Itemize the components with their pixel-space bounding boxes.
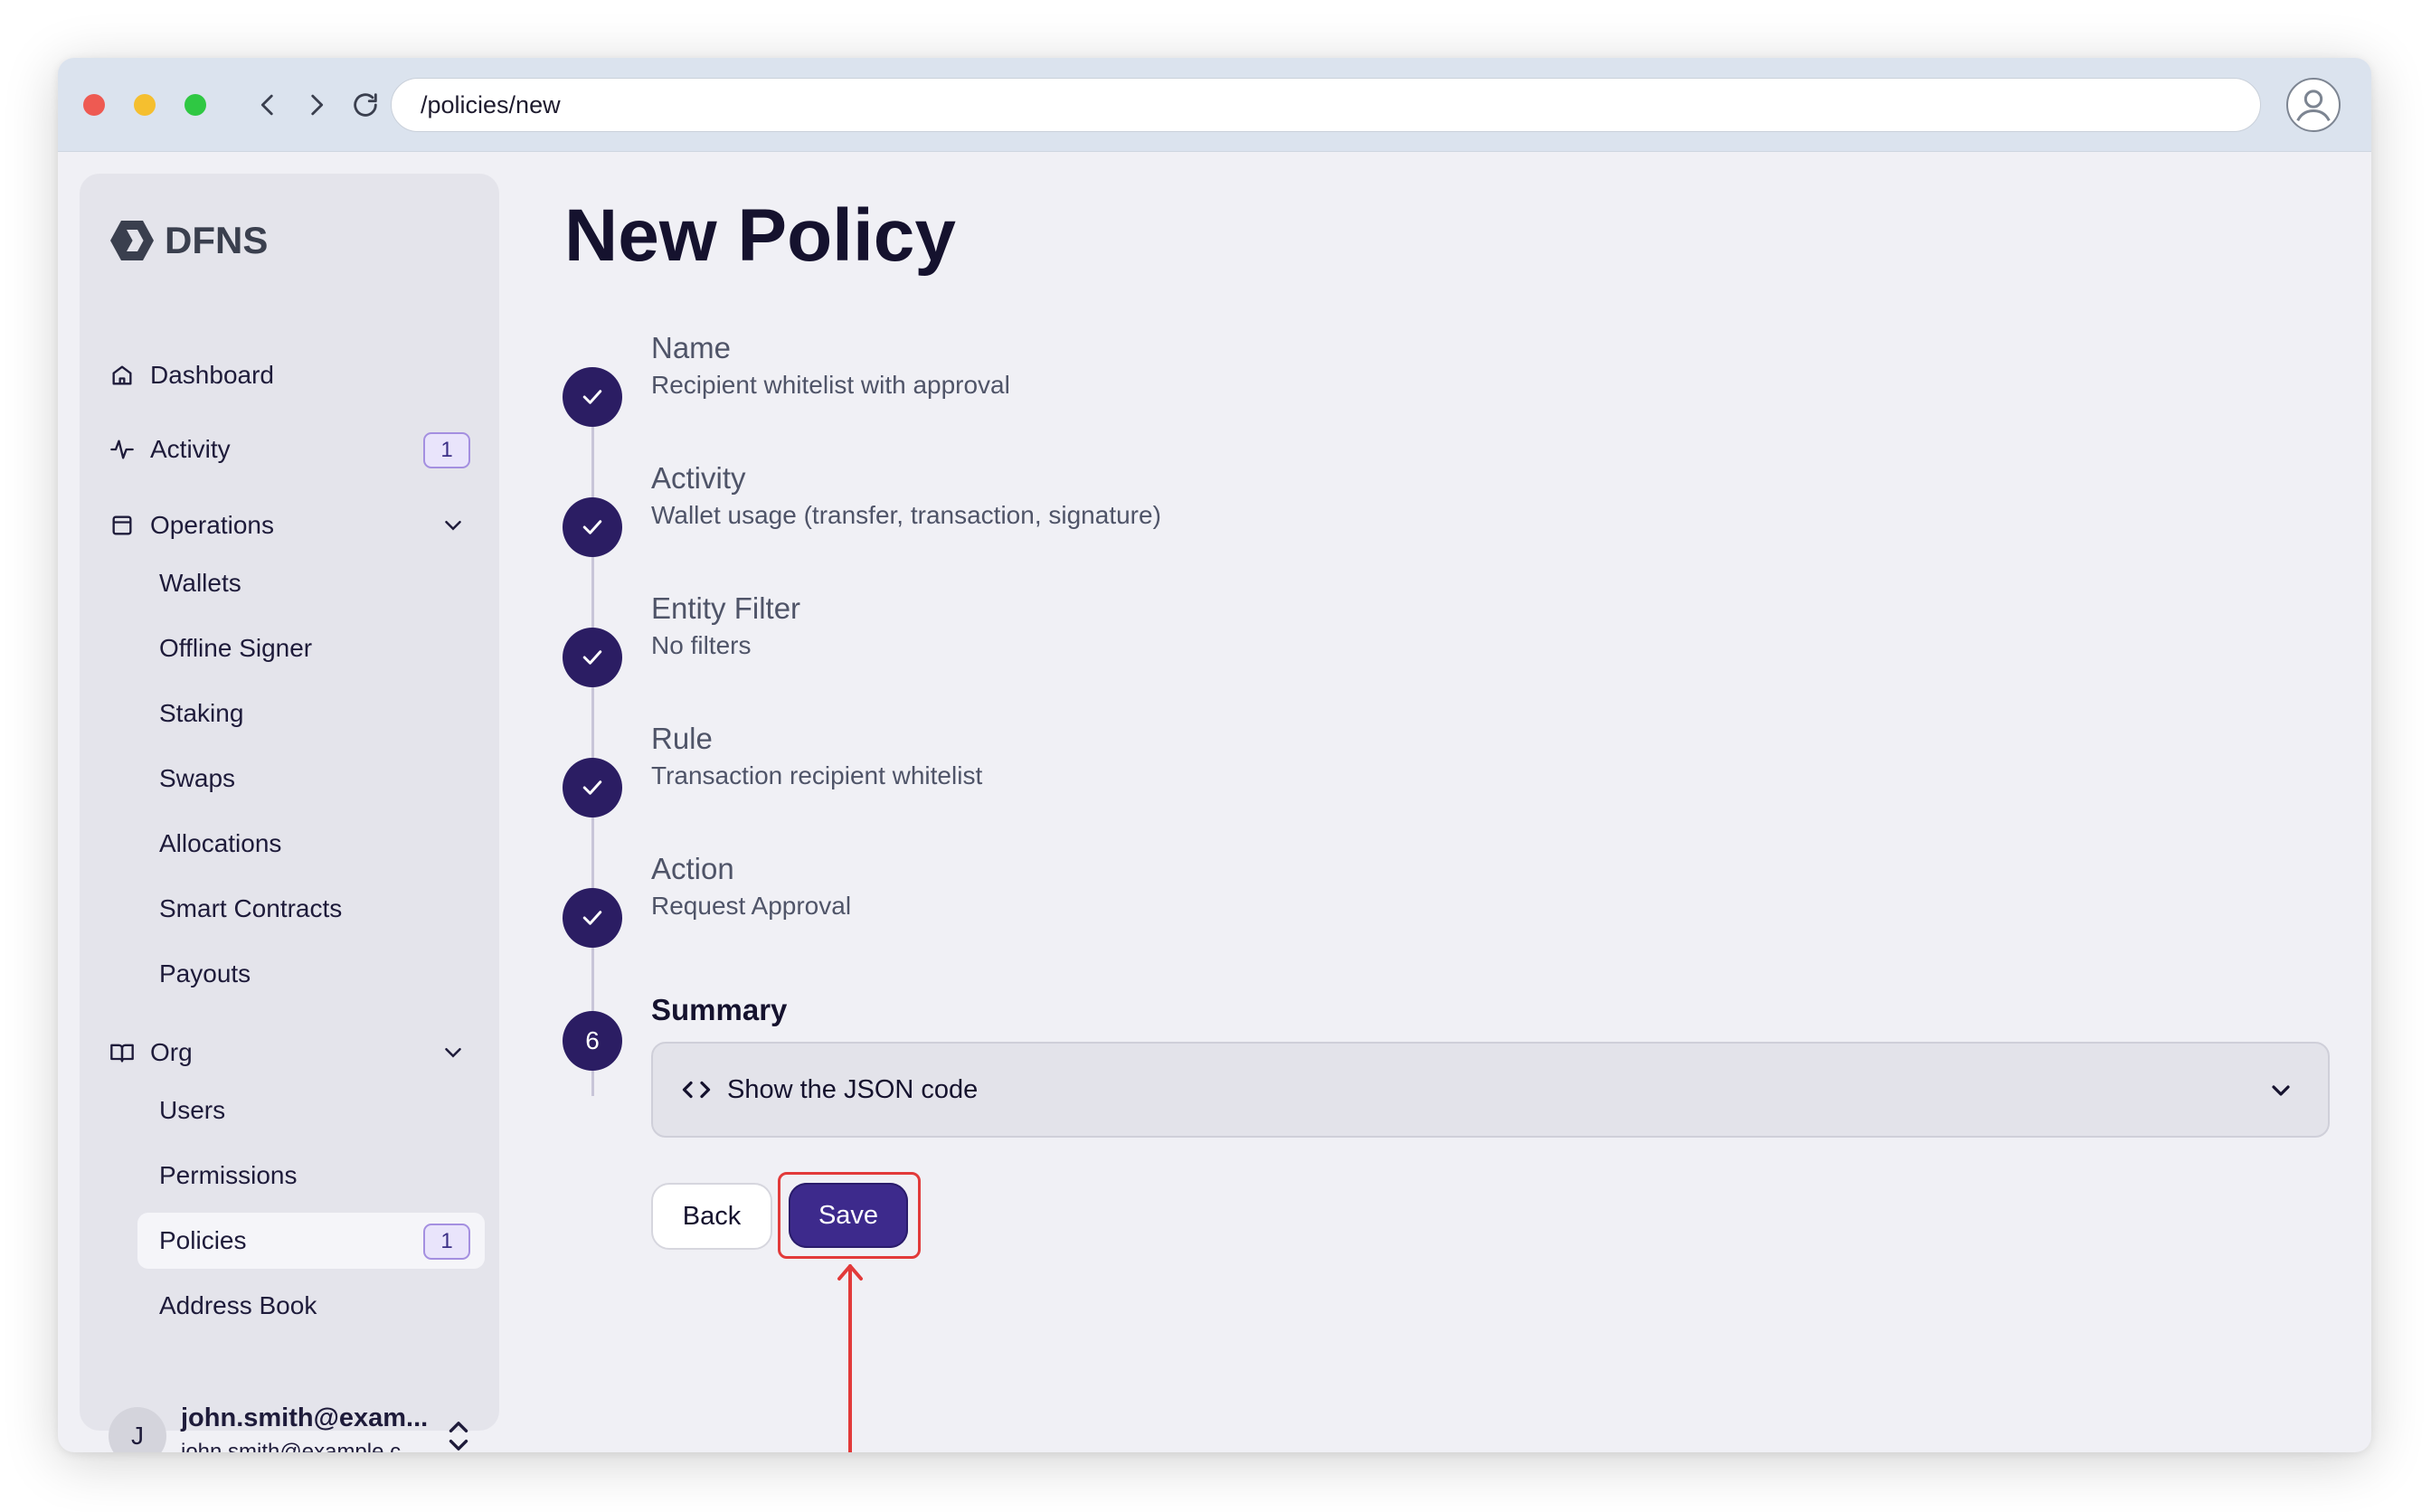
- user-email: john.smith@example.c...: [181, 1440, 420, 1452]
- sidebar-item-label: Operations: [150, 511, 274, 539]
- step-complete-indicator: [563, 367, 622, 427]
- user-menu[interactable]: J john.smith@exam... john.smith@example.…: [109, 1400, 488, 1452]
- minimize-window-button[interactable]: [134, 94, 156, 116]
- sidebar-item-staking[interactable]: Staking: [137, 685, 485, 742]
- step-title: Activity: [651, 461, 746, 495]
- check-icon: [582, 911, 602, 925]
- json-toggle-label: Show the JSON code: [727, 1074, 979, 1104]
- check-icon: [582, 390, 602, 404]
- step-value: Transaction recipient whitelist: [651, 761, 983, 789]
- chevron-down-icon[interactable]: [440, 512, 467, 539]
- step-value: Request Approval: [651, 892, 852, 920]
- step-title: Entity Filter: [651, 591, 801, 625]
- sidebar-item-label: Policies: [159, 1226, 247, 1254]
- step-title: Rule: [651, 722, 713, 755]
- sidebar: DFNS Dashboard Activity 1 Operations Wal…: [80, 174, 499, 1452]
- sidebar-item-payouts[interactable]: Payouts: [137, 946, 485, 1002]
- sidebar-item-label: Org: [150, 1038, 193, 1066]
- operations-icon: [109, 512, 136, 539]
- save-button[interactable]: Save: [789, 1183, 908, 1248]
- sidebar-item-offline-signer[interactable]: Offline Signer: [137, 620, 485, 676]
- sidebar-item-activity[interactable]: Activity 1: [94, 421, 485, 477]
- book-icon: [109, 1039, 136, 1066]
- activity-count-badge: 1: [423, 432, 470, 468]
- address-bar[interactable]: /policies/new: [391, 78, 2261, 132]
- step-value: Wallet usage (transfer, transaction, sig…: [651, 501, 1161, 529]
- page-title: New Policy: [564, 194, 956, 277]
- sidebar-item-permissions[interactable]: Permissions: [137, 1148, 485, 1204]
- dfns-logo-icon: [110, 221, 154, 260]
- back-nav-icon[interactable]: [248, 85, 288, 125]
- sidebar-item-operations[interactable]: Operations: [94, 497, 485, 553]
- user-name: john.smith@exam...: [181, 1403, 429, 1432]
- step-complete-indicator: [563, 497, 622, 557]
- step-value: Recipient whitelist with approval: [651, 371, 1010, 399]
- browser-window: /policies/new DFNS Dashboard Activity 1: [58, 58, 2371, 1452]
- forward-nav-icon[interactable]: [297, 85, 336, 125]
- sidebar-item-users[interactable]: Users: [137, 1082, 485, 1139]
- step-value: No filters: [651, 631, 752, 659]
- summary-title: Summary: [651, 993, 788, 1026]
- logo-text: DFNS: [165, 219, 269, 261]
- maximize-window-button[interactable]: [184, 94, 206, 116]
- reload-icon[interactable]: [345, 85, 385, 125]
- chevron-up-down-icon[interactable]: [443, 1418, 474, 1452]
- sidebar-item-dashboard[interactable]: Dashboard: [94, 347, 485, 403]
- policies-count-badge: 1: [423, 1224, 470, 1260]
- sidebar-item-wallets[interactable]: Wallets: [137, 555, 485, 611]
- show-json-toggle[interactable]: Show the JSON code: [651, 1042, 2330, 1138]
- step-title: Action: [651, 852, 734, 885]
- close-window-button[interactable]: [83, 94, 105, 116]
- sidebar-item-org[interactable]: Org: [94, 1025, 485, 1081]
- step-number-indicator: 6: [563, 1011, 622, 1071]
- sidebar-item-label: Dashboard: [150, 361, 274, 389]
- step-complete-indicator: [563, 628, 622, 687]
- chevron-down-icon[interactable]: [440, 1039, 467, 1066]
- profile-icon[interactable]: [2286, 78, 2341, 132]
- dfns-logo[interactable]: DFNS: [109, 219, 268, 262]
- chevron-down-icon: [2272, 1085, 2290, 1096]
- sidebar-item-address-book[interactable]: Address Book: [137, 1278, 485, 1334]
- check-icon: [582, 650, 602, 665]
- sidebar-item-policies[interactable]: Policies 1: [137, 1213, 485, 1269]
- sidebar-item-label: Activity: [150, 435, 231, 463]
- step-title: Name: [651, 331, 732, 364]
- step-complete-indicator: [563, 888, 622, 948]
- sidebar-item-smart-contracts[interactable]: Smart Contracts: [137, 881, 485, 937]
- avatar: J: [109, 1407, 166, 1452]
- browser-toolbar: /policies/new: [58, 58, 2371, 152]
- code-icon: [682, 1081, 711, 1099]
- step-complete-indicator: [563, 758, 622, 817]
- check-icon: [582, 780, 602, 795]
- home-icon: [109, 362, 136, 389]
- annotation-arrow-icon: [837, 1264, 863, 1452]
- activity-icon: [109, 436, 136, 463]
- check-icon: [582, 520, 602, 534]
- sidebar-item-allocations[interactable]: Allocations: [137, 816, 485, 872]
- sidebar-item-swaps[interactable]: Swaps: [137, 751, 485, 807]
- back-button[interactable]: Back: [651, 1183, 772, 1250]
